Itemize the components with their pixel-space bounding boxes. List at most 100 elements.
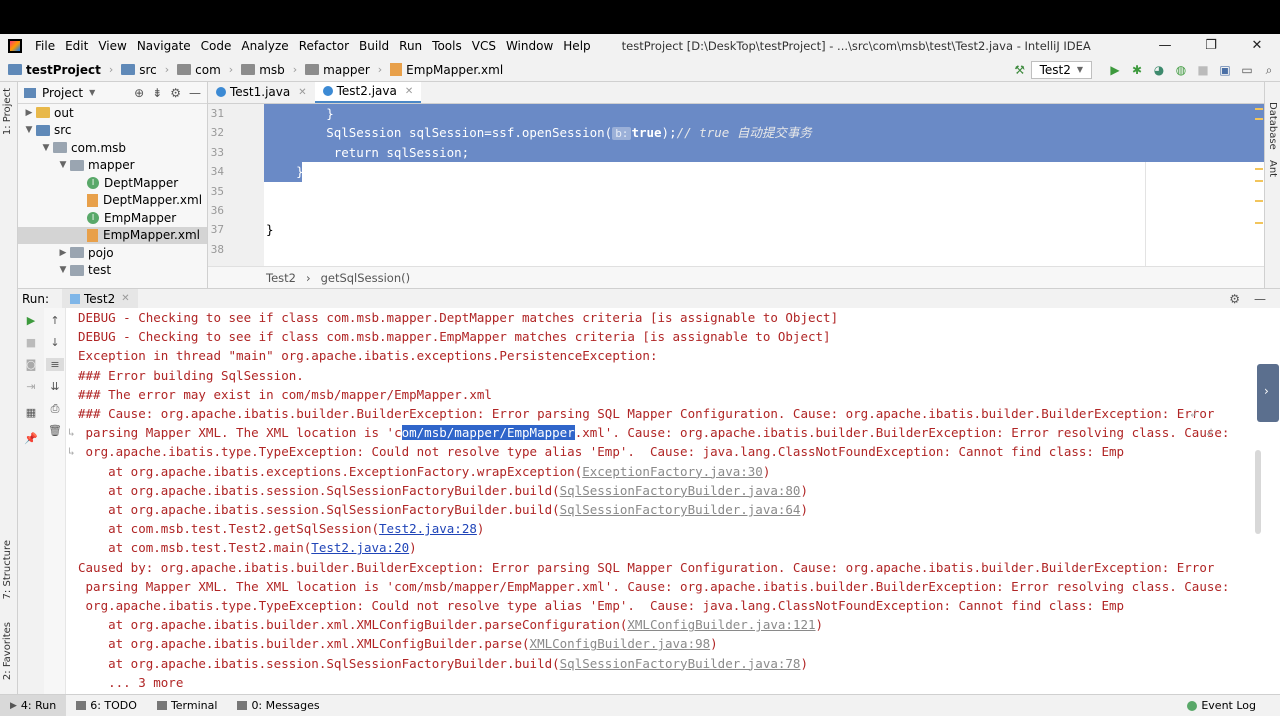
- hide-icon[interactable]: —: [189, 86, 201, 100]
- close-icon[interactable]: ✕: [405, 86, 413, 97]
- project-structure-icon[interactable]: ▣: [1214, 63, 1236, 77]
- chevron-down-icon[interactable]: ▼: [56, 265, 70, 275]
- source-link[interactable]: SqlSessionFactoryBuilder.java:78: [560, 656, 801, 671]
- hide-icon[interactable]: —: [1254, 292, 1266, 306]
- minimize-button[interactable]: —: [1142, 34, 1188, 58]
- layout-icon[interactable]: ▭: [1236, 63, 1258, 77]
- tree-item[interactable]: ▼ src: [18, 122, 207, 140]
- error-stripe-mark[interactable]: [1255, 118, 1263, 120]
- error-stripe-mark[interactable]: [1255, 222, 1263, 224]
- expand-panel-button[interactable]: ›: [1257, 364, 1279, 422]
- camera-icon[interactable]: ◙: [22, 358, 40, 371]
- tree-item[interactable]: DeptMapper.xml: [18, 192, 207, 210]
- tree-item[interactable]: I DeptMapper: [18, 174, 207, 192]
- soft-wrap-icon[interactable]: ≡: [46, 358, 64, 371]
- layout-icon[interactable]: ▦: [22, 406, 40, 419]
- tree-item[interactable]: ▼ test: [18, 262, 207, 280]
- menu-view[interactable]: View: [93, 39, 131, 53]
- gear-icon[interactable]: ⚙: [170, 86, 181, 100]
- source-link[interactable]: ExceptionFactory.java:30: [582, 464, 763, 479]
- nav-crumb-project[interactable]: testProject ›: [0, 63, 113, 77]
- breadcrumb-method[interactable]: getSqlSession(): [321, 271, 411, 285]
- locate-icon[interactable]: ⊕: [134, 86, 144, 100]
- database-tool-tab[interactable]: Database: [1267, 102, 1278, 150]
- gear-icon[interactable]: ⚙: [1229, 292, 1240, 306]
- pin-icon[interactable]: 📌: [22, 432, 40, 445]
- code-editor[interactable]: 31 } 32 SqlSession sqlSession=ssf.openSe…: [208, 104, 1264, 288]
- restore-button[interactable]: ❐: [1188, 34, 1234, 58]
- menu-help[interactable]: Help: [558, 39, 595, 53]
- chevron-right-icon[interactable]: ▶: [22, 108, 36, 118]
- rerun-icon[interactable]: ▶: [22, 314, 40, 327]
- search-icon[interactable]: ⌕: [1258, 63, 1280, 78]
- source-link[interactable]: Test2.java:28: [379, 521, 477, 536]
- source-link[interactable]: XMLConfigBuilder.java:121: [627, 617, 815, 632]
- nav-crumb-file[interactable]: EmpMapper.xml: [382, 63, 503, 77]
- run-icon[interactable]: ▶: [1104, 63, 1126, 77]
- run-tab-test2[interactable]: Test2 ✕: [62, 288, 138, 309]
- menu-refactor[interactable]: Refactor: [294, 39, 354, 53]
- console-output[interactable]: DEBUG - Checking to see if class com.msb…: [66, 308, 1256, 694]
- error-stripe-mark[interactable]: [1255, 108, 1263, 110]
- error-stripe-mark[interactable]: [1255, 168, 1263, 170]
- source-link[interactable]: SqlSessionFactoryBuilder.java:64: [560, 502, 801, 517]
- structure-tool-tab[interactable]: 7: Structure: [2, 540, 13, 599]
- event-log-button[interactable]: Event Log: [1187, 699, 1280, 712]
- menu-window[interactable]: Window: [501, 39, 558, 53]
- menu-navigate[interactable]: Navigate: [132, 39, 196, 53]
- tree-item[interactable]: ▼ com.msb: [18, 139, 207, 157]
- arrow-down-icon[interactable]: ↓: [46, 336, 64, 349]
- tree-item[interactable]: ▶ pojo: [18, 244, 207, 262]
- coverage-icon[interactable]: ◕: [1148, 63, 1170, 77]
- scroll-to-end-icon[interactable]: ⇊: [46, 380, 64, 393]
- project-tool-tab[interactable]: 1: Project: [2, 88, 13, 135]
- error-stripe-mark[interactable]: [1255, 200, 1263, 202]
- chevron-down-icon[interactable]: ▼: [22, 125, 36, 135]
- messages-tool-button[interactable]: 0: Messages: [227, 695, 329, 716]
- menu-analyze[interactable]: Analyze: [236, 39, 293, 53]
- chevron-down-icon[interactable]: ▼: [56, 160, 70, 170]
- profile-icon[interactable]: ◍: [1170, 63, 1192, 77]
- project-view-select[interactable]: Project: [42, 86, 83, 100]
- tree-item[interactable]: ▼ mapper: [18, 157, 207, 175]
- error-stripe-mark[interactable]: [1255, 180, 1263, 182]
- run-config-select[interactable]: Test2 ▼: [1030, 61, 1092, 79]
- close-window-button[interactable]: ✕: [1234, 34, 1280, 58]
- menu-vcs[interactable]: VCS: [467, 39, 501, 53]
- todo-tool-button[interactable]: 6: TODO: [66, 695, 147, 716]
- ant-tool-tab[interactable]: Ant: [1267, 160, 1278, 177]
- menu-run[interactable]: Run: [394, 39, 427, 53]
- run-tool-button[interactable]: ▶ 4: Run: [0, 694, 67, 716]
- close-icon[interactable]: ✕: [121, 293, 129, 304]
- stop-icon[interactable]: ■: [22, 336, 40, 349]
- tree-item[interactable]: I EmpMapper: [18, 209, 207, 227]
- collapse-all-icon[interactable]: ⇟: [152, 86, 162, 100]
- trash-icon[interactable]: 🗑: [46, 424, 64, 437]
- exit-icon[interactable]: ⇥: [22, 380, 40, 393]
- menu-build[interactable]: Build: [354, 39, 394, 53]
- print-icon[interactable]: ⎙: [46, 402, 64, 416]
- terminal-tool-button[interactable]: Terminal: [147, 695, 228, 716]
- menu-tools[interactable]: Tools: [427, 39, 467, 53]
- source-link[interactable]: SqlSessionFactoryBuilder.java:80: [560, 483, 801, 498]
- favorites-tool-tab[interactable]: 2: Favorites: [2, 622, 13, 680]
- tab-test2-java[interactable]: Test2.java ✕: [314, 82, 422, 103]
- nav-crumb-src[interactable]: src ›: [113, 63, 169, 77]
- debug-icon[interactable]: ✱: [1126, 63, 1148, 77]
- stop-icon[interactable]: ■: [1192, 63, 1214, 77]
- source-link[interactable]: XMLConfigBuilder.java:98: [530, 636, 711, 651]
- menu-file[interactable]: File: [30, 39, 60, 53]
- close-icon[interactable]: ✕: [298, 87, 306, 98]
- tree-item[interactable]: ▶ out: [18, 104, 207, 122]
- nav-crumb-mapper[interactable]: mapper ›: [297, 63, 382, 77]
- nav-crumb-com[interactable]: com ›: [169, 63, 233, 77]
- build-hammer-icon[interactable]: ⚒: [1009, 63, 1031, 77]
- chevron-down-icon[interactable]: ▼: [39, 143, 53, 153]
- console-scrollbar[interactable]: [1255, 450, 1261, 534]
- nav-crumb-msb[interactable]: msb ›: [233, 63, 297, 77]
- chevron-down-icon[interactable]: ▼: [89, 88, 95, 97]
- chevron-right-icon[interactable]: ▶: [56, 248, 70, 258]
- arrow-up-icon[interactable]: ↑: [46, 314, 64, 327]
- tree-item[interactable]: EmpMapper.xml: [18, 226, 207, 244]
- menu-edit[interactable]: Edit: [60, 39, 93, 53]
